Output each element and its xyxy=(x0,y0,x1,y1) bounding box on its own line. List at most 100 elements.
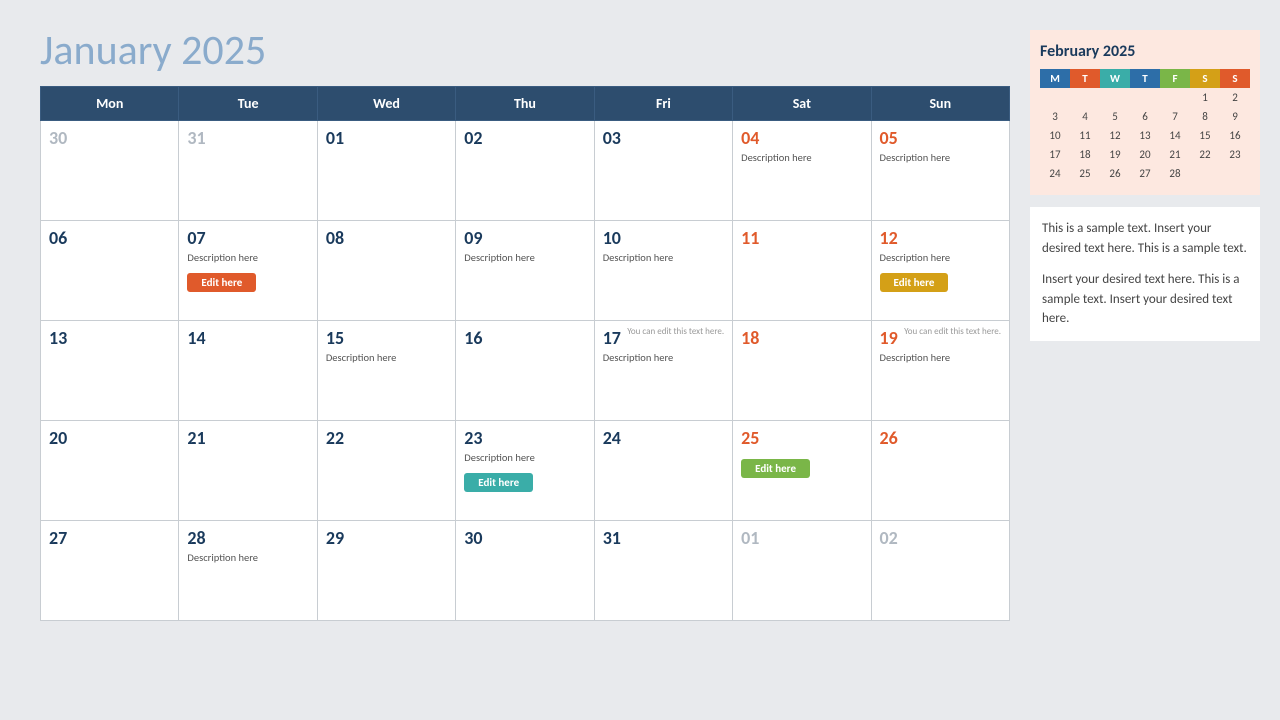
calendar-cell: 06 xyxy=(41,221,179,321)
calendar-cell: 14 xyxy=(179,321,317,421)
mini-cal-day: 15 xyxy=(1190,126,1220,145)
mini-cal-title: February 2025 xyxy=(1040,42,1250,61)
weekday-header: Fri xyxy=(594,87,732,121)
day-description: Description here xyxy=(880,351,1001,365)
day-small-text: You can edit this text here. xyxy=(627,327,724,338)
day-number: 10 xyxy=(603,227,724,249)
day-description: Description here xyxy=(464,251,585,265)
edit-button[interactable]: Edit here xyxy=(741,459,810,478)
mini-cal-day: 9 xyxy=(1220,107,1250,126)
mini-cal-day: 5 xyxy=(1100,107,1130,126)
mini-cal-day xyxy=(1100,88,1130,107)
calendar-table: MonTueWedThuFriSatSun 303101020304Descri… xyxy=(40,86,1010,621)
mini-cal-day: 6 xyxy=(1130,107,1160,126)
sidebar-text-1: This is a sample text. Insert your desir… xyxy=(1042,219,1248,258)
day-number: 07 xyxy=(187,227,308,249)
day-description: Description here xyxy=(603,351,724,365)
mini-cal-day: 25 xyxy=(1070,164,1100,183)
calendar-header: MonTueWedThuFriSatSun xyxy=(41,87,1010,121)
calendar-cell: 23 Description here Edit here xyxy=(456,421,594,521)
year-label: 2025 xyxy=(181,25,266,76)
day-description: Description here xyxy=(603,251,724,265)
day-number: 21 xyxy=(187,427,308,449)
day-number: 02 xyxy=(880,527,1001,549)
mini-cal-day xyxy=(1220,164,1250,183)
calendar-cell: 07Description hereEdit here xyxy=(179,221,317,321)
calendar-cell: 31 xyxy=(179,121,317,221)
calendar-cell: 03 xyxy=(594,121,732,221)
calendar-cell: 28 Description here xyxy=(179,521,317,621)
day-number: 12 xyxy=(880,227,1001,249)
mini-cal-day xyxy=(1070,88,1100,107)
calendar-row: 131415Description here1617You can edit t… xyxy=(41,321,1010,421)
mini-cal-day: 14 xyxy=(1160,126,1190,145)
weekday-header: Sun xyxy=(871,87,1009,121)
calendar-cell: 27 xyxy=(41,521,179,621)
day-number: 08 xyxy=(326,227,447,249)
weekday-header: Tue xyxy=(179,87,317,121)
calendar-cell: 04 Description here xyxy=(733,121,871,221)
mini-cal-day: 23 xyxy=(1220,145,1250,164)
day-description: Description here xyxy=(464,451,585,465)
calendar-cell: 17You can edit this text here.Descriptio… xyxy=(594,321,732,421)
mini-cal-day: 27 xyxy=(1130,164,1160,183)
calendar-cell: 21 xyxy=(179,421,317,521)
edit-button[interactable]: Edit here xyxy=(880,273,949,292)
edit-button[interactable]: Edit here xyxy=(187,273,256,292)
weekday-header: Mon xyxy=(41,87,179,121)
calendar-cell: 12 Description here Edit here xyxy=(871,221,1009,321)
calendar-cell: 25Edit here xyxy=(733,421,871,521)
calendar-row: 2728Description here2930310102 xyxy=(41,521,1010,621)
day-description: Description here xyxy=(741,151,862,165)
calendar-cell: 26 xyxy=(871,421,1009,521)
day-number: 23 xyxy=(464,427,585,449)
mini-weekday-header: S xyxy=(1220,69,1250,88)
mini-cal-day: 21 xyxy=(1160,145,1190,164)
calendar-cell: 05Description here xyxy=(871,121,1009,221)
mini-cal-day: 22 xyxy=(1190,145,1220,164)
month-label: January xyxy=(40,25,172,76)
day-number: 02 xyxy=(464,127,585,149)
mini-cal-day: 12 xyxy=(1100,126,1130,145)
mini-cal-day: 24 xyxy=(1040,164,1070,183)
mini-weekday-header: F xyxy=(1160,69,1190,88)
calendar-cell: 20 xyxy=(41,421,179,521)
calendar-cell: 13 xyxy=(41,321,179,421)
calendar-cell: 10 Description here xyxy=(594,221,732,321)
calendar-cell: 18 xyxy=(733,321,871,421)
mini-cal-day xyxy=(1130,88,1160,107)
day-number: 11 xyxy=(741,227,862,249)
main-calendar: January 2025 MonTueWedThuFriSatSun 30310… xyxy=(40,30,1010,700)
calendar-cell: 02 xyxy=(456,121,594,221)
day-number: 03 xyxy=(603,127,724,149)
weekday-header: Wed xyxy=(317,87,455,121)
mini-weekday-header: W xyxy=(1100,69,1130,88)
weekday-header: Thu xyxy=(456,87,594,121)
day-number: 29 xyxy=(326,527,447,549)
day-description: Description here xyxy=(880,251,1001,265)
day-description: Description here xyxy=(187,551,308,565)
edit-button[interactable]: Edit here xyxy=(464,473,533,492)
calendar-cell: 22 xyxy=(317,421,455,521)
day-number: 04 xyxy=(741,127,862,149)
calendar-cell: 16 xyxy=(456,321,594,421)
day-number: 28 xyxy=(187,527,308,549)
calendar-cell: 02 xyxy=(871,521,1009,621)
mini-weekday-header: T xyxy=(1130,69,1160,88)
mini-cal-day: 1 xyxy=(1190,88,1220,107)
mini-cal-day xyxy=(1040,88,1070,107)
mini-cal-day xyxy=(1190,164,1220,183)
calendar-row: 20 21 22 23 Description here Edit here 24 25Edi… xyxy=(41,421,1010,521)
mini-cal-day xyxy=(1160,88,1190,107)
day-number: 16 xyxy=(464,327,585,349)
day-number: 06 xyxy=(49,227,170,249)
day-number: 27 xyxy=(49,527,170,549)
weekday-header: Sat xyxy=(733,87,871,121)
mini-cal-day: 16 xyxy=(1220,126,1250,145)
day-description: Description here xyxy=(880,151,1001,165)
calendar-cell: 01 xyxy=(733,521,871,621)
mini-cal-day: 28 xyxy=(1160,164,1190,183)
day-number: 24 xyxy=(603,427,724,449)
calendar-row: 0607Description hereEdit here0809Descrip… xyxy=(41,221,1010,321)
mini-calendar-box: February 2025 MTWTFSS 123456789101112131… xyxy=(1030,30,1260,195)
